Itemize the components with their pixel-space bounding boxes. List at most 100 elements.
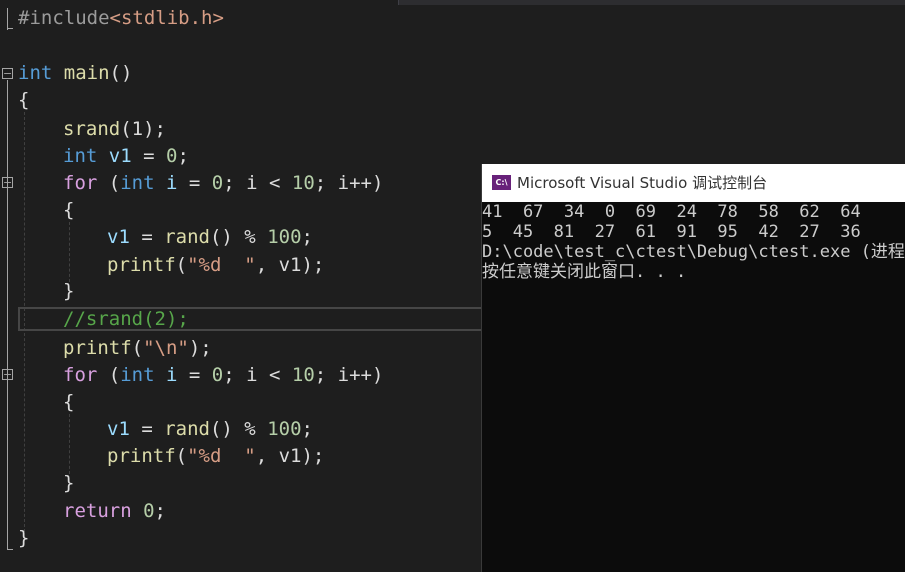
preprocessor-directive: #include bbox=[18, 7, 110, 29]
number-ten: 10 bbox=[291, 172, 315, 194]
variable-v1: v1 bbox=[108, 145, 132, 167]
keyword-for: for bbox=[63, 172, 98, 194]
fold-outline bbox=[7, 549, 13, 550]
semicolon: ; bbox=[154, 500, 166, 522]
fold-toggle-for-1[interactable]: − bbox=[2, 177, 13, 188]
code-line-close-brace[interactable]: } bbox=[63, 278, 74, 305]
printf-args: , v1); bbox=[255, 445, 325, 467]
keyword-int: int bbox=[18, 62, 53, 84]
format-string: "%d " bbox=[187, 254, 256, 276]
code-line-close-brace[interactable]: } bbox=[18, 525, 29, 552]
assign-op: = bbox=[129, 418, 165, 440]
paren-open: ( bbox=[175, 254, 188, 276]
code-line-open-brace[interactable]: { bbox=[63, 389, 74, 416]
fold-outline bbox=[7, 8, 8, 30]
loop-inc: ; i++) bbox=[314, 364, 384, 386]
console-titlebar[interactable]: C:\ Microsoft Visual Studio 调试控制台 bbox=[482, 164, 905, 202]
code-line-for-2[interactable]: for (int i = 0; i < 10; i++) bbox=[63, 362, 383, 389]
loop-cond: ; i < bbox=[223, 172, 292, 194]
loop-cond: ; i < bbox=[223, 364, 292, 386]
srand-args: (1); bbox=[120, 118, 166, 140]
variable-i: i bbox=[166, 364, 178, 386]
loop-eq: = bbox=[177, 172, 212, 194]
code-line-srand[interactable]: srand(1); bbox=[63, 116, 166, 143]
fold-toggle-for-2[interactable]: − bbox=[2, 369, 13, 380]
assign-op: = bbox=[129, 226, 165, 248]
keyword-int: int bbox=[120, 172, 155, 194]
return-value: 0 bbox=[131, 500, 155, 522]
number-hundred: 100 bbox=[267, 418, 302, 440]
code-line-include[interactable]: #include<stdlib.h> bbox=[18, 5, 224, 32]
format-string: "%d " bbox=[187, 445, 256, 467]
function-rand: rand bbox=[164, 226, 210, 248]
brace: { bbox=[63, 199, 75, 221]
number-zero: 0 bbox=[166, 145, 178, 167]
brace: } bbox=[18, 527, 30, 549]
code-line-rand-2[interactable]: v1 = rand() % 100; bbox=[107, 416, 313, 443]
brace: { bbox=[63, 391, 75, 413]
brace: { bbox=[18, 89, 30, 111]
number-ten: 10 bbox=[291, 364, 315, 386]
console-title: Microsoft Visual Studio 调试控制台 bbox=[517, 174, 768, 192]
brace: } bbox=[63, 472, 75, 494]
code-line-printf-2[interactable]: printf("%d ", v1); bbox=[107, 443, 324, 470]
code-line-main[interactable]: int main() bbox=[18, 60, 132, 87]
loop-open: ( bbox=[97, 172, 121, 194]
function-srand: srand bbox=[63, 118, 121, 140]
code-line-v1-decl[interactable]: int v1 = 0; bbox=[63, 143, 189, 170]
indent-guide bbox=[69, 222, 70, 282]
rand-mod: () % bbox=[209, 226, 268, 248]
parens: () bbox=[109, 62, 133, 84]
number-hundred: 100 bbox=[267, 226, 302, 248]
semicolon: ; bbox=[301, 418, 313, 440]
code-line-for-1[interactable]: for (int i = 0; i < 10; i++) bbox=[63, 170, 383, 197]
code-line-open-brace[interactable]: { bbox=[18, 87, 29, 114]
code-line-rand-1[interactable]: v1 = rand() % 100; bbox=[107, 224, 313, 251]
console-output-line: 41 67 34 0 69 24 78 58 62 64 bbox=[482, 202, 861, 222]
code-line-return[interactable]: return 0; bbox=[63, 498, 166, 525]
number-zero: 0 bbox=[211, 172, 224, 194]
function-rand: rand bbox=[164, 418, 210, 440]
paren-open: ( bbox=[175, 445, 188, 467]
variable-v1: v1 bbox=[107, 226, 130, 248]
code-line-printf-1[interactable]: printf("%d ", v1); bbox=[107, 252, 324, 279]
variable-v1: v1 bbox=[107, 418, 130, 440]
newline-string: "\n" bbox=[143, 337, 189, 359]
function-printf: printf bbox=[107, 254, 176, 276]
console-app-icon: C:\ bbox=[492, 175, 511, 190]
keyword-for: for bbox=[63, 364, 98, 386]
function-printf: printf bbox=[63, 337, 132, 359]
semicolon: ; bbox=[177, 145, 189, 167]
console-output-line: D:\code\test_c\ctest\Debug\ctest.exe (进程 bbox=[482, 242, 905, 262]
function-printf: printf bbox=[107, 445, 176, 467]
assign-op: = bbox=[131, 145, 166, 167]
code-line-open-brace[interactable]: { bbox=[63, 197, 74, 224]
variable-i: i bbox=[166, 172, 178, 194]
loop-inc: ; i++) bbox=[314, 172, 384, 194]
loop-open: ( bbox=[97, 364, 121, 386]
semicolon: ; bbox=[301, 226, 313, 248]
fold-outline bbox=[7, 28, 13, 29]
debug-console-window[interactable]: C:\ Microsoft Visual Studio 调试控制台 41 67 … bbox=[481, 164, 905, 572]
comment-srand: //srand(2); bbox=[63, 308, 189, 330]
code-line-printf-newline[interactable]: printf("\n"); bbox=[63, 335, 212, 362]
rand-mod: () % bbox=[209, 418, 268, 440]
fold-toggle-main[interactable]: − bbox=[2, 68, 13, 79]
function-main: main bbox=[63, 62, 110, 84]
loop-eq: = bbox=[177, 364, 212, 386]
fold-outline bbox=[7, 80, 8, 550]
indent-guide bbox=[69, 414, 70, 474]
code-line-close-brace[interactable]: } bbox=[63, 470, 74, 497]
code-line-comment[interactable]: //srand(2); bbox=[63, 306, 189, 333]
paren-close: ); bbox=[188, 337, 212, 359]
paren-open: ( bbox=[131, 337, 144, 359]
number-zero: 0 bbox=[211, 364, 224, 386]
keyword-int: int bbox=[120, 364, 155, 386]
console-output-line: 按任意键关闭此窗口. . . bbox=[482, 262, 687, 282]
printf-args: , v1); bbox=[255, 254, 325, 276]
console-output-line: 5 45 81 27 61 91 95 42 27 36 bbox=[482, 222, 861, 242]
editor-tab-strip bbox=[398, 0, 905, 5]
keyword-return: return bbox=[63, 500, 132, 522]
brace: } bbox=[63, 280, 75, 302]
include-header: <stdlib.h> bbox=[109, 7, 224, 29]
